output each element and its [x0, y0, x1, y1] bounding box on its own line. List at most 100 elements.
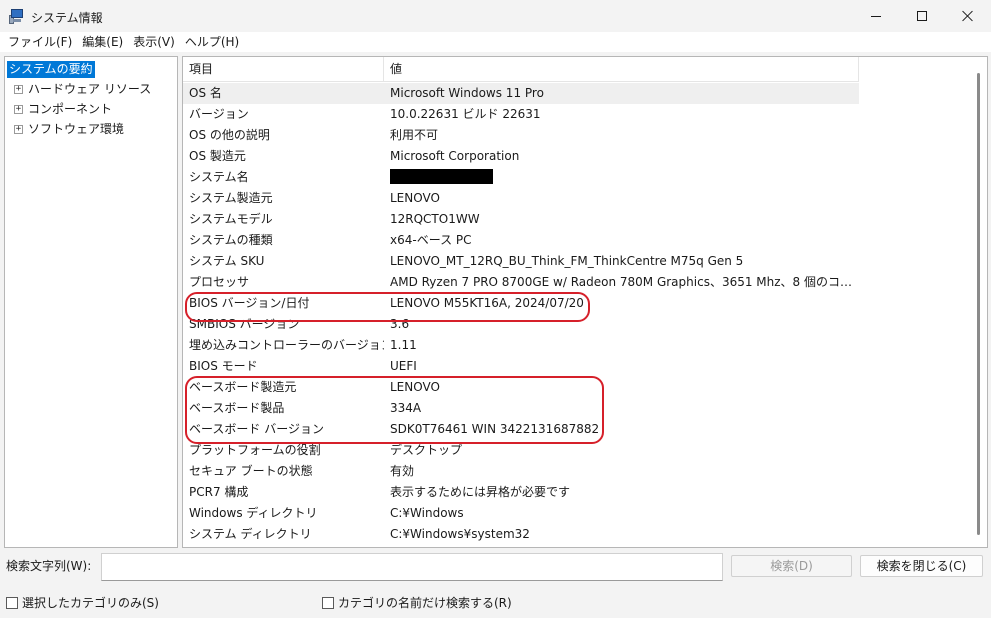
table-row[interactable]: SMBIOS バージョン 3.6 — [183, 314, 963, 335]
selected-category-only-checkbox[interactable]: 選択したカテゴリのみ(S) — [6, 594, 159, 611]
table-row[interactable]: OS 製造元 Microsoft Corporation — [183, 146, 963, 167]
close-search-button[interactable]: 検索を閉じる(C) — [860, 555, 983, 577]
cell-item: ベースボード製品 — [189, 401, 285, 415]
cell-value: 有効 — [390, 464, 415, 478]
cell-item: システムの種類 — [189, 233, 273, 247]
menu-edit[interactable]: 編集(E) — [78, 32, 127, 52]
table-row[interactable]: システム製造元 LENOVO — [183, 188, 963, 209]
cell-item: OS 名 — [189, 86, 222, 100]
menu-bar: ファイル(F) 編集(E) 表示(V) ヘルプ(H) — [0, 32, 991, 52]
cell-item: システムモデル — [189, 212, 273, 226]
expand-icon[interactable]: + — [14, 84, 23, 94]
table-row[interactable]: BIOS モード UEFI — [183, 356, 963, 377]
close-button[interactable] — [945, 0, 991, 32]
cell-value: C:¥Windows — [390, 506, 464, 520]
cell-value: AMD Ryzen 7 PRO 8700GE w/ Radeon 780M Gr… — [390, 275, 860, 289]
vertical-scrollbar[interactable] — [970, 57, 987, 547]
table-row[interactable]: ベースボード製品 334A — [183, 398, 963, 419]
cell-item: 埋め込みコントローラーのバージョン — [189, 338, 384, 352]
expand-icon[interactable]: + — [14, 124, 23, 134]
tree-item-components[interactable]: + コンポーネント — [7, 100, 114, 118]
menu-help[interactable]: ヘルプ(H) — [181, 32, 243, 52]
table-row[interactable]: システム SKU LENOVO_MT_12RQ_BU_Think_FM_Think… — [183, 251, 963, 272]
cell-item: Windows ディレクトリ — [189, 506, 318, 520]
checkbox-label: カテゴリの名前だけ検索する(R) — [338, 596, 512, 610]
table-row[interactable]: バージョン 10.0.22631 ビルド 22631 — [183, 104, 963, 125]
cell-item: プラットフォームの役割 — [189, 443, 321, 457]
system-info-app-icon — [9, 8, 25, 24]
cell-value — [390, 167, 860, 188]
tree-item-hardware-resources[interactable]: + ハードウェア リソース — [7, 80, 153, 98]
cell-item: BIOS バージョン/日付 — [189, 296, 310, 310]
table-row[interactable]: BIOS バージョン/日付 LENOVO M55KT16A, 2024/07/20 — [183, 293, 963, 314]
table-row[interactable]: OS の他の説明 利用不可 — [183, 125, 963, 146]
window-title: システム情報 — [31, 11, 103, 25]
category-tree[interactable]: システムの要約 + ハードウェア リソース + コンポーネント + ソフトウェア… — [4, 56, 178, 548]
cell-value: Microsoft Corporation — [390, 149, 520, 163]
tree-item-label: システムの要約 — [7, 60, 95, 78]
cell-value: LENOVO — [390, 380, 440, 394]
table-row[interactable]: プロセッサ AMD Ryzen 7 PRO 8700GE w/ Radeon 78… — [183, 272, 963, 293]
column-header-value[interactable]: 値 — [384, 57, 859, 82]
tree-item-label: ハードウェア リソース — [28, 81, 152, 96]
checkbox-label: 選択したカテゴリのみ(S) — [22, 596, 159, 610]
scroll-thumb[interactable] — [977, 73, 980, 535]
cell-value: 334A — [390, 401, 422, 415]
cell-value: 1.11 — [390, 338, 417, 352]
table-row[interactable]: ベースボード バージョン SDK0T76461 WIN 3422131687882 — [183, 419, 963, 440]
table-row[interactable]: PCR7 構成 表示するためには昇格が必要です — [183, 482, 963, 503]
search-label: 検索文字列(W): — [6, 559, 92, 573]
table-row[interactable]: ベースボード製造元 LENOVO — [183, 377, 963, 398]
cell-item: ベースボード製造元 — [189, 380, 297, 394]
redacted-block — [390, 169, 493, 184]
tree-item-software-environment[interactable]: + ソフトウェア環境 — [7, 120, 126, 138]
details-list[interactable]: 項目 値 OS 名 Microsoft Windows 11 Pro バージョン 10… — [182, 56, 988, 548]
cell-item: セキュア ブートの状態 — [189, 464, 313, 478]
cell-item: OS の他の説明 — [189, 128, 270, 142]
search-button[interactable]: 検索(D) — [731, 555, 852, 577]
minimize-button[interactable] — [853, 0, 899, 32]
list-header: 項目 値 — [183, 57, 859, 82]
maximize-button[interactable] — [899, 0, 945, 32]
cell-item: ベースボード バージョン — [189, 422, 324, 436]
tree-item-label: ソフトウェア環境 — [28, 121, 125, 136]
cell-item: システム SKU — [189, 254, 265, 268]
table-row[interactable]: システムの種類 x64-ベース PC — [183, 230, 963, 251]
cell-value: C:¥Windows¥system32 — [390, 527, 530, 541]
cell-item: PCR7 構成 — [189, 485, 249, 499]
cell-item: SMBIOS バージョン — [189, 317, 300, 331]
cell-value: LENOVO — [390, 191, 440, 205]
table-row[interactable]: システムモデル 12RQCTO1WW — [183, 209, 963, 230]
cell-value: SDK0T76461 WIN 3422131687882 — [390, 422, 600, 436]
expand-icon[interactable]: + — [14, 104, 23, 114]
cell-value: デスクトップ — [390, 443, 463, 457]
cell-value: x64-ベース PC — [390, 233, 472, 247]
table-row[interactable]: Windows ディレクトリ C:¥Windows — [183, 503, 963, 524]
search-input[interactable] — [101, 553, 723, 581]
title-bar: システム情報 — [0, 0, 991, 32]
cell-value: 表示するためには昇格が必要です — [390, 485, 571, 499]
cell-item: バージョン — [189, 107, 249, 121]
cell-item: システム製造元 — [189, 191, 273, 205]
table-row[interactable]: プラットフォームの役割 デスクトップ — [183, 440, 963, 461]
table-row[interactable]: システム名 — [183, 167, 963, 188]
list-rows: OS 名 Microsoft Windows 11 Pro バージョン 10.0.22… — [183, 83, 963, 545]
checkbox-box[interactable] — [322, 596, 334, 609]
cell-value: 10.0.22631 ビルド 22631 — [390, 107, 541, 121]
cell-item: システム名 — [189, 170, 249, 184]
menu-view[interactable]: 表示(V) — [129, 32, 179, 52]
table-row[interactable]: セキュア ブートの状態 有効 — [183, 461, 963, 482]
cell-item: システム ディレクトリ — [189, 527, 312, 541]
column-header-item[interactable]: 項目 — [183, 57, 384, 82]
table-row[interactable]: システム ディレクトリ C:¥Windows¥system32 — [183, 524, 963, 545]
checkbox-box[interactable] — [6, 596, 18, 609]
table-row[interactable]: 埋め込みコントローラーのバージョン 1.11 — [183, 335, 963, 356]
cell-item: プロセッサ — [189, 275, 250, 289]
cell-value: 12RQCTO1WW — [390, 212, 480, 226]
tree-item-system-summary[interactable]: システムの要約 — [7, 60, 95, 78]
category-names-only-checkbox[interactable]: カテゴリの名前だけ検索する(R) — [322, 594, 512, 611]
cell-value: LENOVO_MT_12RQ_BU_Think_FM_ThinkCentre M… — [390, 254, 744, 268]
cell-value: 3.6 — [390, 317, 410, 331]
menu-file[interactable]: ファイル(F) — [4, 32, 76, 52]
table-row[interactable]: OS 名 Microsoft Windows 11 Pro — [183, 83, 859, 104]
